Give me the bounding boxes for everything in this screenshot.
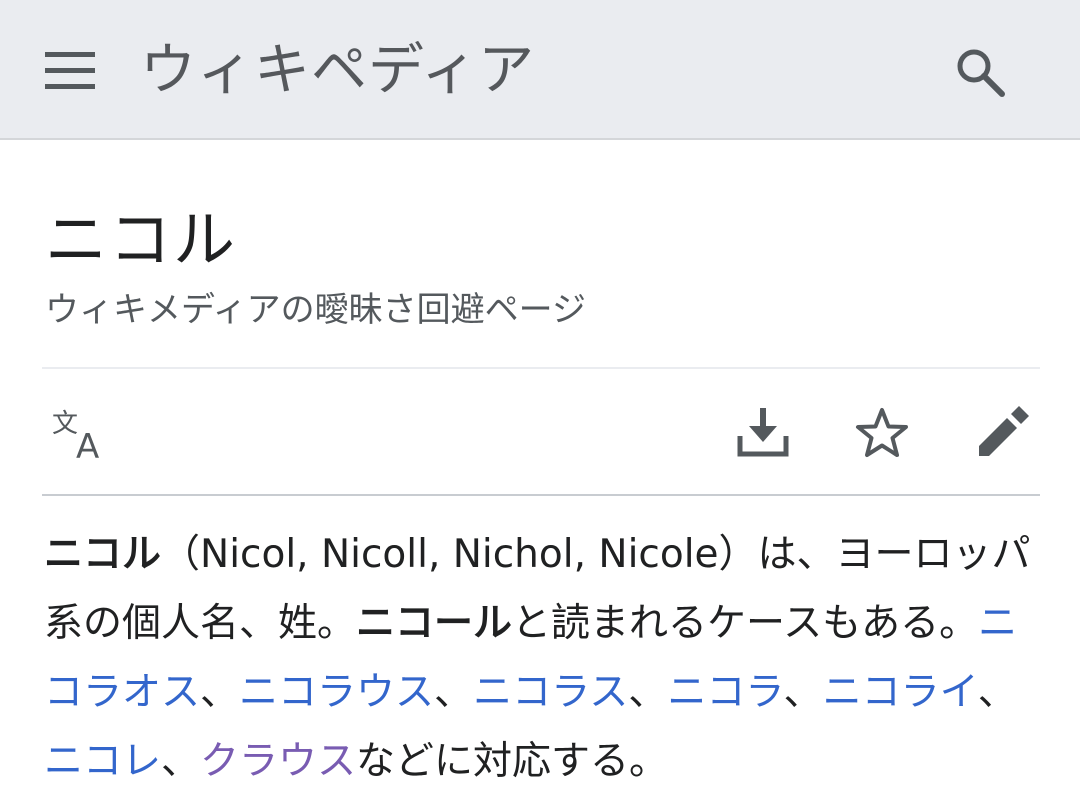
download-icon[interactable]: [736, 406, 790, 460]
star-icon[interactable]: [854, 406, 910, 462]
search-icon[interactable]: [952, 44, 1008, 100]
divider: [42, 367, 1040, 369]
article-link-visited[interactable]: クラウス: [200, 739, 356, 784]
article-lead-paragraph: ニコル（Nicol, Nicoll, Nichol, Nicole）は、ヨーロッ…: [44, 520, 1034, 796]
separator: 、: [434, 670, 474, 715]
body-text: などに対応する。: [356, 739, 669, 784]
svg-text:文: 文: [52, 409, 78, 439]
article-link[interactable]: ニコラ: [667, 670, 783, 715]
term-bold: ニコール: [356, 601, 513, 646]
wikipedia-wordmark[interactable]: ウィキペディア: [140, 36, 535, 106]
separator: 、: [783, 670, 823, 715]
edit-icon[interactable]: [975, 406, 1029, 460]
article-link[interactable]: ニコラウス: [239, 670, 434, 715]
separator: 、: [200, 670, 240, 715]
article-link[interactable]: ニコライ: [823, 670, 978, 715]
separator: 、: [628, 670, 668, 715]
separator: 、: [161, 739, 201, 784]
page-description: ウィキメディアの曖昧さ回避ページ: [45, 290, 586, 330]
top-app-bar: ウィキペディア: [0, 0, 1080, 140]
language-icon[interactable]: 文 A: [52, 408, 114, 462]
body-text: と読まれるケースもある。: [512, 601, 979, 646]
separator: 、: [977, 670, 1017, 715]
svg-text:A: A: [76, 427, 99, 462]
article-link[interactable]: ニコレ: [44, 739, 161, 784]
menu-icon[interactable]: [45, 50, 97, 90]
divider: [42, 494, 1040, 496]
article-link[interactable]: ニコラス: [473, 670, 628, 715]
page-title: ニコル: [45, 203, 238, 276]
term-bold: ニコル: [44, 532, 162, 577]
